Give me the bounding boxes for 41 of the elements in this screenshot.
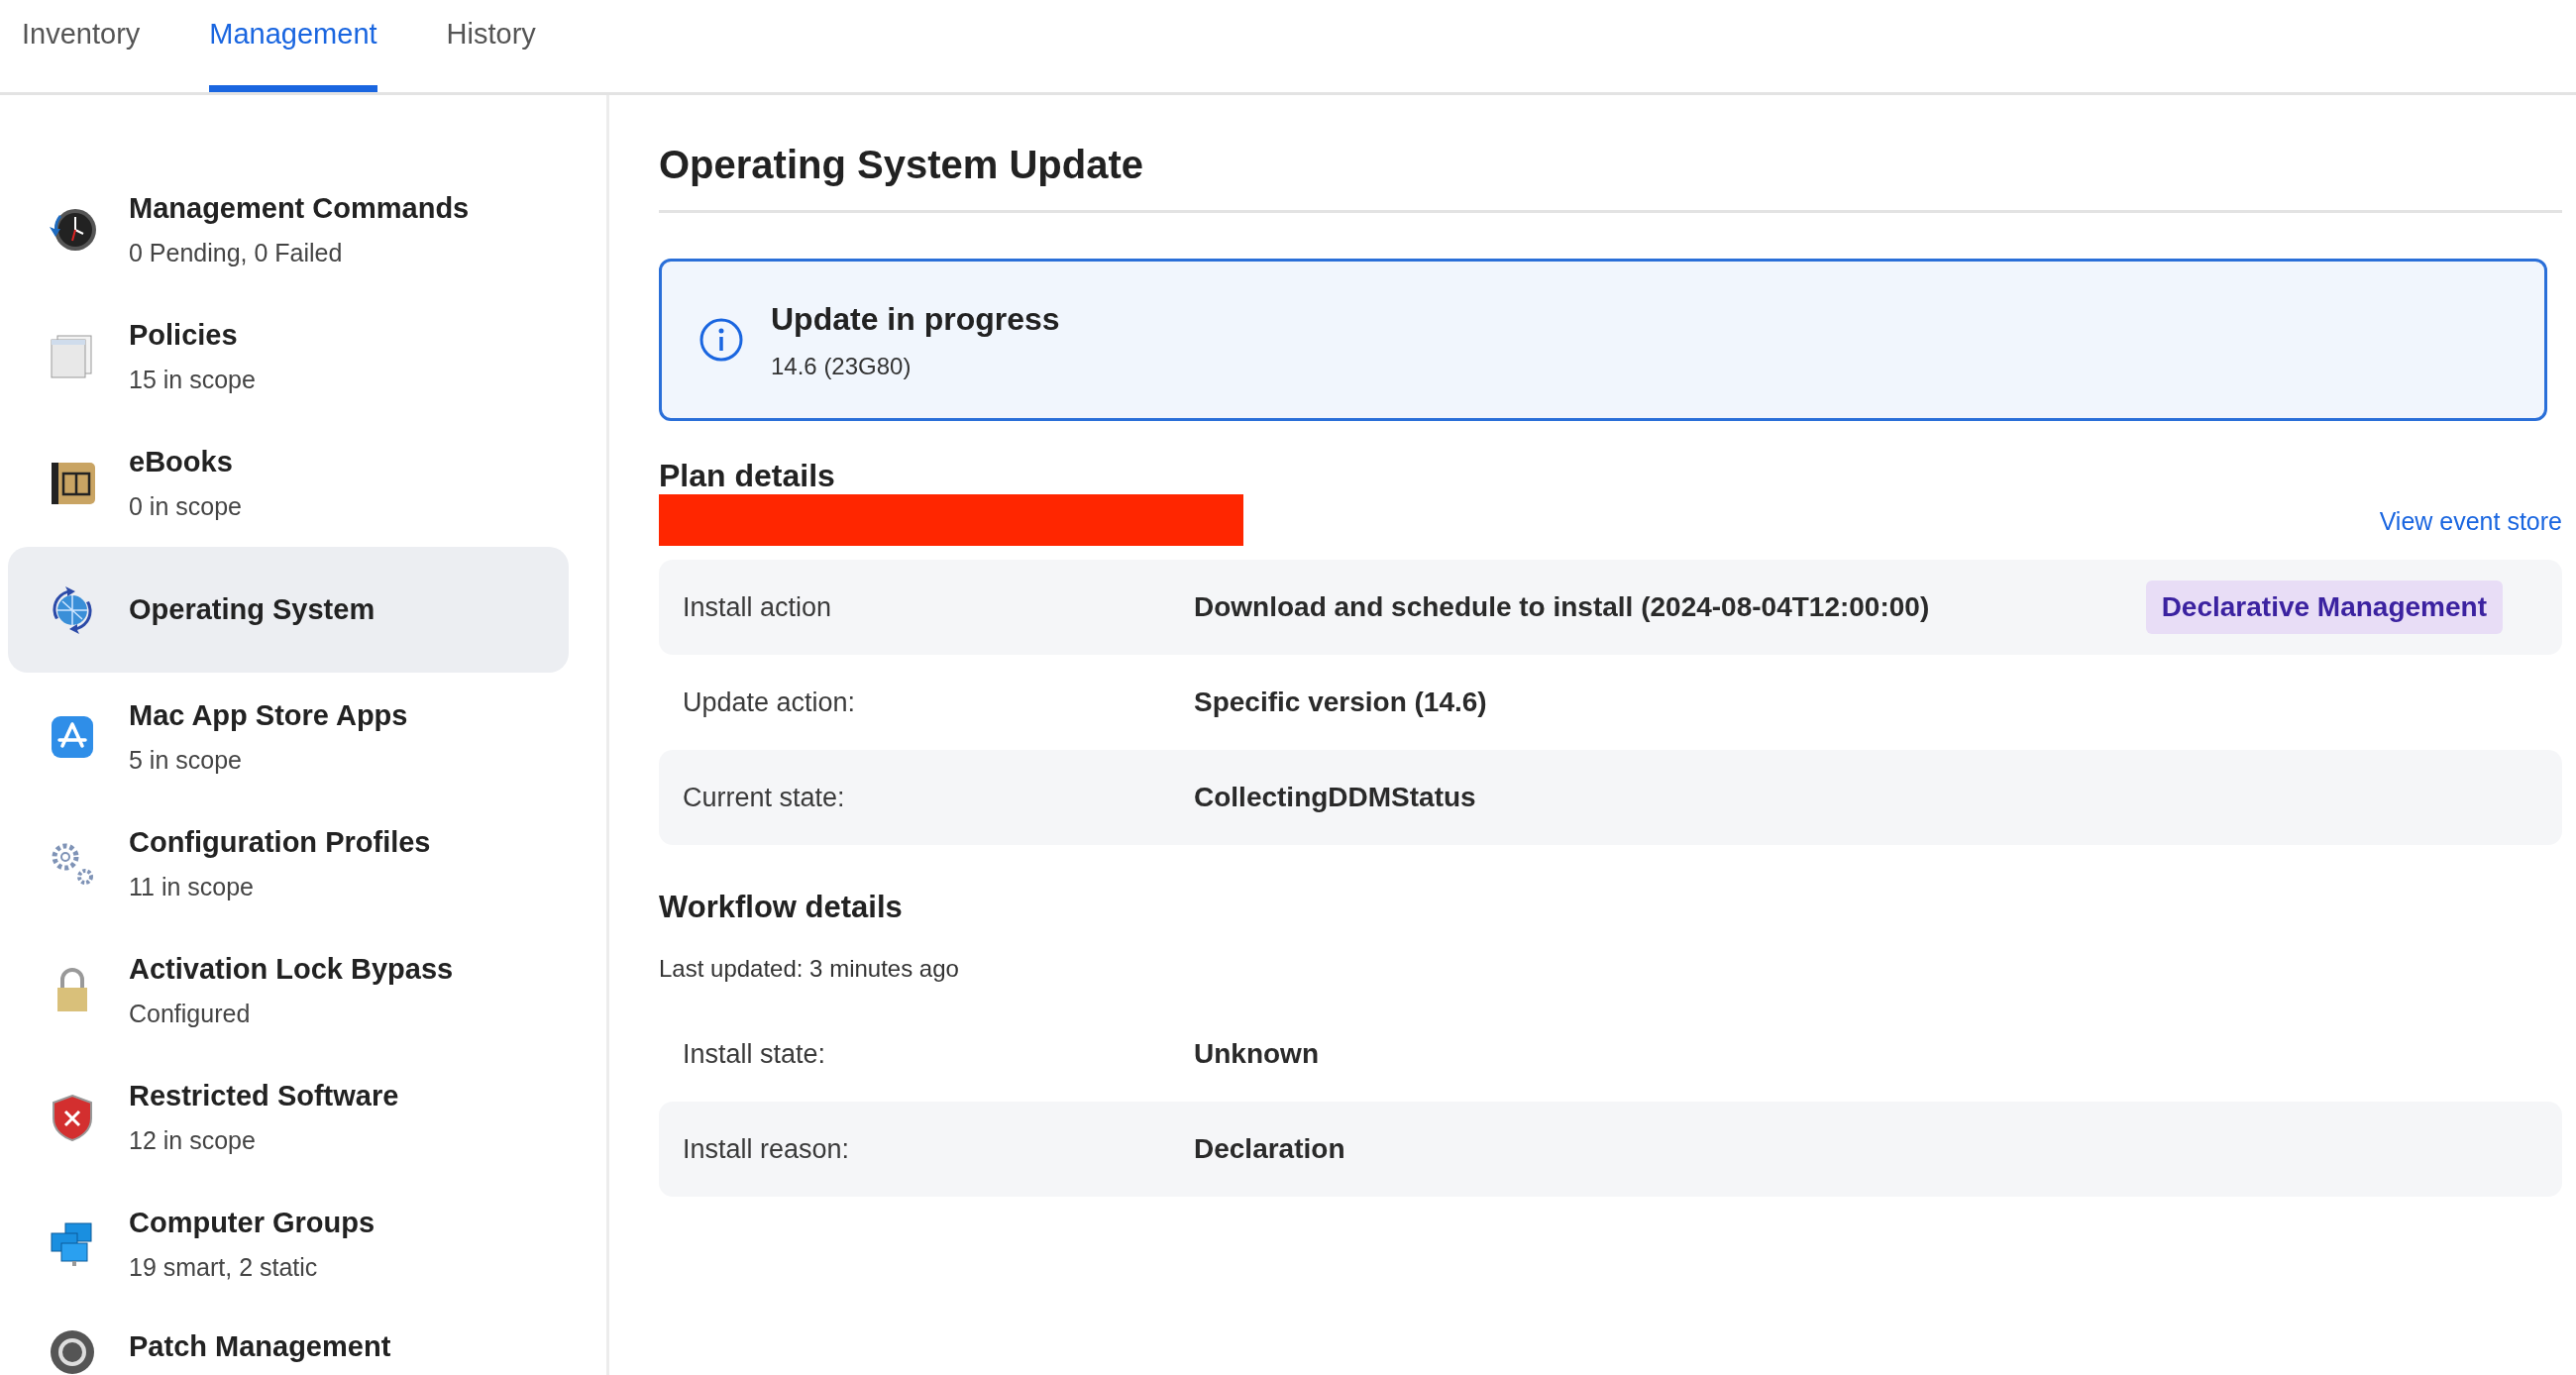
row-value: Download and schedule to install (2024-08-04T12:00:00) <box>1194 590 1931 625</box>
tab[interactable]: History <box>446 0 536 92</box>
view-event-store-link[interactable]: View event store <box>2379 502 2562 541</box>
section-heading: Workflow details <box>659 889 904 927</box>
item-title: Activation Lock Bypass <box>129 952 454 987</box>
item-title: Patch Management <box>129 1329 391 1364</box>
row-value: Declaration <box>1194 1131 1346 1166</box>
item-title: Configuration Profiles <box>129 825 431 860</box>
item-subtitle: Configured <box>129 998 252 1029</box>
item-subtitle: 19 smart, 2 static <box>129 1251 319 1283</box>
row-value: Unknown <box>1194 1036 1320 1071</box>
item-title: Policies <box>129 318 239 353</box>
row-value: CollectingDDMStatus <box>1194 781 1477 815</box>
item-subtitle: 12 in scope <box>129 1124 257 1156</box>
row-value: Specific version (14.6) <box>1194 686 1488 720</box>
item-title: Restricted Software <box>129 1079 399 1113</box>
item-title: Computer Groups <box>129 1206 376 1240</box>
tab[interactable]: Management <box>209 0 377 92</box>
tab[interactable]: Inventory <box>22 0 141 92</box>
item-subtitle: 5 in scope <box>129 744 243 776</box>
item-subtitle: 11 in scope <box>129 871 255 902</box>
page-title: Operating System Update <box>659 135 2562 213</box>
last-updated-text: Last updated: 3 minutes ago <box>659 953 960 984</box>
item-title: Operating System <box>129 591 376 627</box>
sidebar-item[interactable]: Operating System <box>8 547 569 673</box>
info-icon <box>698 316 745 364</box>
section-heading: Plan details <box>659 457 836 495</box>
item-title: Mac App Store Apps <box>129 698 408 733</box>
row-label: Current state: <box>683 782 846 815</box>
row-label: Install state: <box>683 1037 827 1071</box>
row-label: Install reason: <box>683 1132 851 1166</box>
item-title: Management Commands <box>129 191 470 226</box>
banner-title: Update in progress <box>771 300 1060 339</box>
item-subtitle: 0 Pending, 0 Failed <box>129 237 344 268</box>
row-label: Update action: <box>683 687 857 720</box>
item-subtitle: 15 in scope <box>129 364 256 395</box>
banner-detail: 14.6 (23G80) <box>771 352 912 381</box>
item-subtitle: 0 in scope <box>129 490 242 522</box>
item-title: eBooks <box>129 445 234 479</box>
row-label: Install action <box>683 591 833 625</box>
tag: Declarative Management <box>2145 581 2503 635</box>
